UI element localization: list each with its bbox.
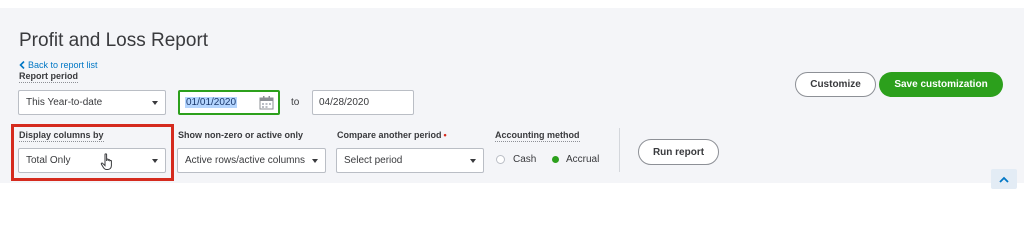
- to-date-field[interactable]: 04/28/2020: [312, 90, 414, 115]
- customize-button[interactable]: Customize: [795, 72, 876, 97]
- from-date-field[interactable]: 01/01/2020: [178, 90, 280, 115]
- to-date-value: 04/28/2020: [319, 97, 370, 108]
- show-rows-label: Show non-zero or active only: [178, 130, 304, 140]
- caret-down-icon: [470, 158, 476, 163]
- date-range-to-label: to: [291, 97, 300, 108]
- compare-period-placeholder: Select period: [344, 155, 403, 166]
- back-to-report-list-link[interactable]: Back to report list: [19, 60, 98, 70]
- compare-period-select[interactable]: Select period: [336, 148, 484, 173]
- scroll-to-top-button[interactable]: [991, 169, 1017, 189]
- compare-period-label-text: Compare another period: [337, 130, 442, 140]
- back-link-label: Back to report list: [28, 60, 98, 70]
- accrual-radio-label[interactable]: Accrual: [566, 154, 599, 165]
- show-rows-value: Active rows/active columns: [185, 155, 306, 166]
- show-rows-select[interactable]: Active rows/active columns: [177, 148, 326, 173]
- cash-radio-label[interactable]: Cash: [513, 154, 536, 165]
- report-period-value: This Year-to-date: [26, 97, 103, 108]
- save-customization-button[interactable]: Save customization: [879, 72, 1003, 97]
- run-report-button[interactable]: Run report: [638, 139, 719, 165]
- chevron-up-icon: [999, 176, 1009, 183]
- from-date-value: 01/01/2020: [185, 97, 238, 108]
- report-period-label: Report period: [19, 71, 79, 83]
- accounting-method-label: Accounting method: [495, 130, 580, 142]
- vertical-divider: [619, 128, 620, 172]
- caret-down-icon: [312, 158, 318, 163]
- calendar-icon[interactable]: [259, 96, 274, 110]
- page-title: Profit and Loss Report: [19, 30, 209, 51]
- display-columns-highlight-box: [11, 124, 174, 181]
- report-period-select[interactable]: This Year-to-date: [18, 90, 166, 115]
- caret-down-icon: [152, 100, 158, 105]
- required-marker: •: [443, 130, 447, 140]
- cash-radio[interactable]: [496, 155, 505, 164]
- accrual-radio[interactable]: [552, 156, 559, 163]
- compare-period-label: Compare another period •: [337, 130, 447, 140]
- chevron-left-icon: [19, 61, 25, 69]
